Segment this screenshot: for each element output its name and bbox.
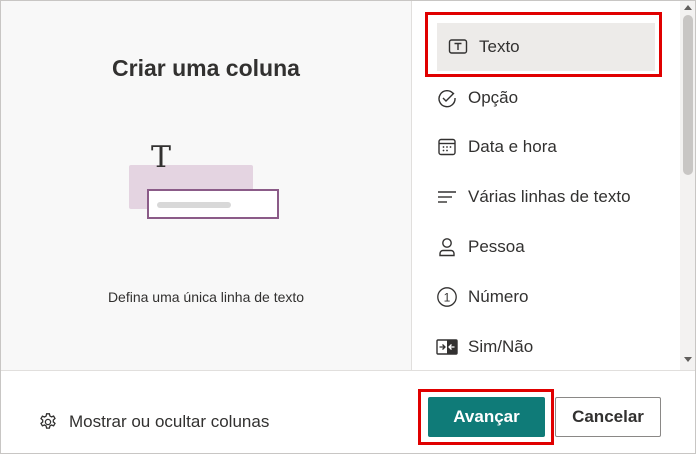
column-type-label: Opção <box>468 88 519 107</box>
scroll-up-arrow-icon[interactable] <box>684 5 692 10</box>
column-preview-panel: Criar uma coluna T Defina uma única linh… <box>1 1 412 370</box>
column-type-label: Pessoa <box>468 237 525 256</box>
number-circle-icon: 1 <box>436 286 458 308</box>
check-circle-icon <box>436 87 458 109</box>
scroll-down-arrow-icon[interactable] <box>684 357 692 362</box>
column-type-date-time[interactable]: Data e hora <box>436 123 656 171</box>
highlight-box-text <box>425 12 662 77</box>
column-list-scrollbar[interactable] <box>680 1 695 370</box>
column-type-yes-no[interactable]: Sim/Não <box>436 323 656 370</box>
multiline-text-icon <box>436 186 458 208</box>
scroll-thumb[interactable] <box>683 15 693 175</box>
text-cursor-icon: T <box>151 140 172 175</box>
column-type-label: Sim/Não <box>468 337 534 356</box>
cancel-button[interactable]: Cancelar <box>555 397 661 437</box>
column-type-label: Número <box>468 287 529 306</box>
column-type-label: Data e hora <box>468 137 557 156</box>
person-icon <box>436 236 458 258</box>
gear-icon <box>37 411 59 433</box>
yes-no-toggle-icon <box>436 336 458 358</box>
create-column-panel: Criar uma coluna T Defina uma única linh… <box>0 0 696 454</box>
column-type-choice[interactable]: Opção <box>436 74 656 122</box>
page-title: Criar uma coluna <box>112 55 300 81</box>
column-type-label: Várias linhas de texto <box>468 187 631 206</box>
illustration-input-box <box>147 189 279 219</box>
column-type-description: Defina uma única linha de texto <box>107 289 305 305</box>
column-type-multiline-text[interactable]: Várias linhas de texto <box>436 173 656 221</box>
illustration-text-line <box>157 202 231 208</box>
show-hide-columns-label: Mostrar ou ocultar colunas <box>69 412 270 431</box>
panel-footer: Mostrar ou ocultar colunas Avançar Cance… <box>1 370 695 453</box>
column-type-number[interactable]: 1 Número <box>436 273 656 321</box>
text-field-illustration: T <box>129 143 289 229</box>
svg-text:1: 1 <box>444 291 451 305</box>
column-type-person[interactable]: Pessoa <box>436 223 656 271</box>
calendar-icon <box>436 136 458 158</box>
show-hide-columns-link[interactable]: Mostrar ou ocultar colunas <box>37 411 269 433</box>
highlight-box-next <box>418 389 554 445</box>
